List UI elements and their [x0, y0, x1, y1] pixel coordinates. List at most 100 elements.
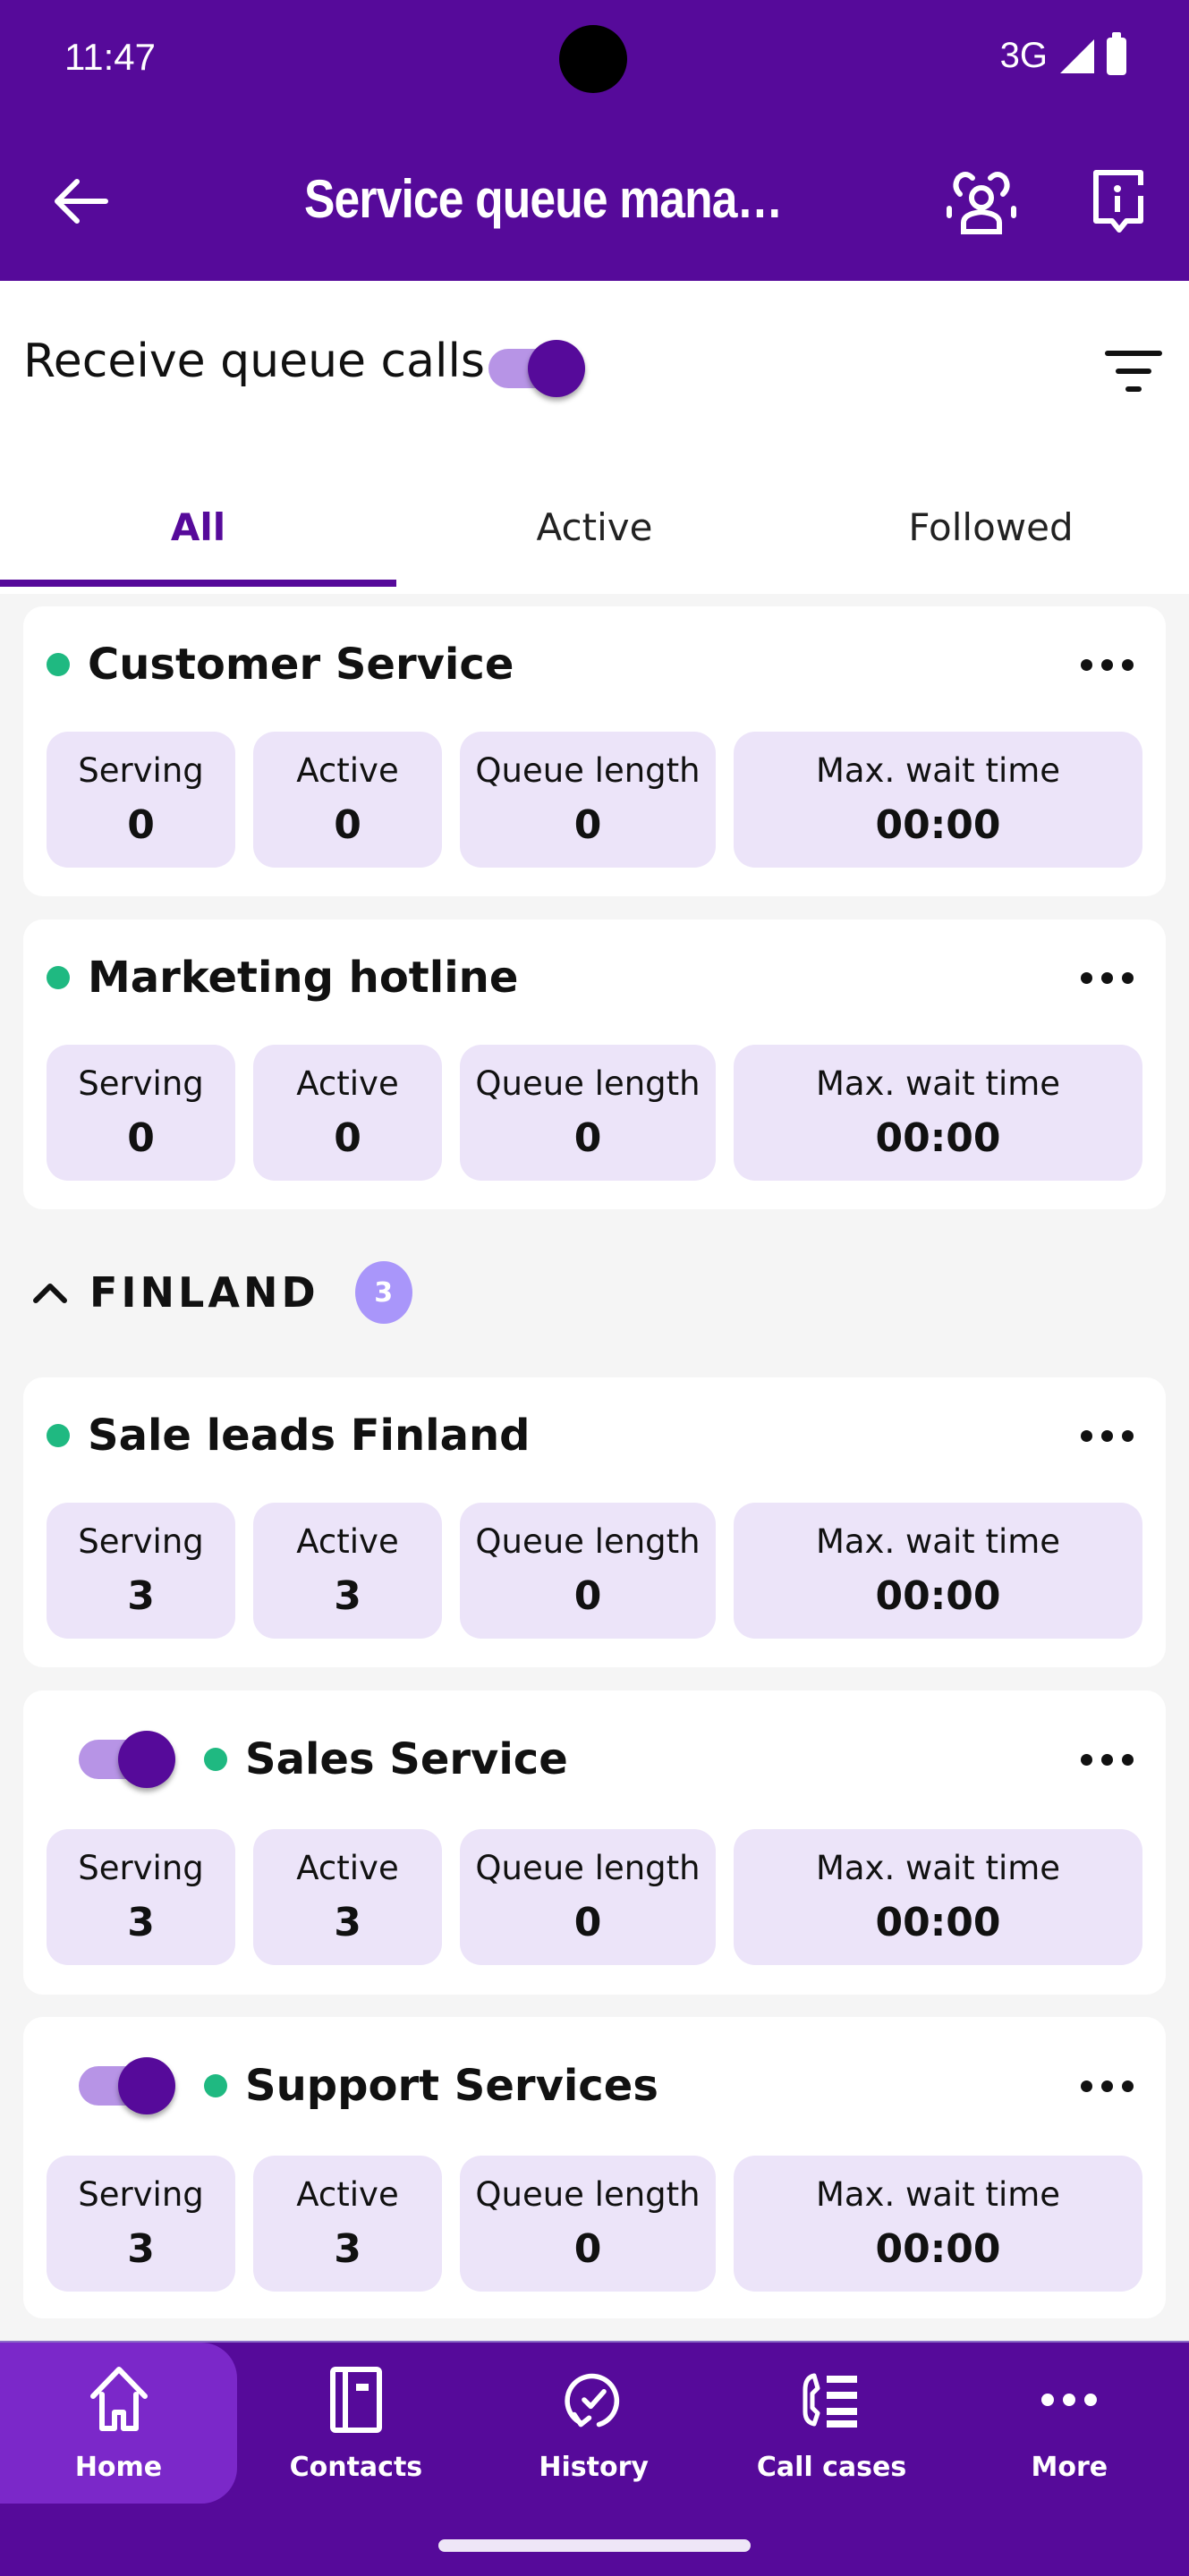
metric-queue-length: Queue length 0: [460, 2156, 716, 2292]
more-dot: [1101, 971, 1113, 984]
battery-icon: [1107, 31, 1126, 75]
nav-home-label: Home: [74, 2451, 163, 2483]
metric-value: 3: [334, 1573, 361, 1619]
controls-panel: Receive queue calls All Active Followed: [0, 281, 1189, 594]
metric-label: Serving: [78, 751, 204, 790]
tab-active[interactable]: Active: [396, 460, 793, 594]
home-indicator[interactable]: [438, 2539, 751, 2552]
status-icons: 3G: [999, 31, 1126, 76]
more-dots-icon: [1081, 658, 1092, 671]
queue-card[interactable]: Sale leads Finland Serving 3 Active 3 Qu…: [23, 1377, 1166, 1667]
metric-active: Active 0: [253, 732, 442, 868]
queue-card[interactable]: Marketing hotline Serving 0 Active 0 Que…: [23, 919, 1166, 1209]
more-options-button[interactable]: [1072, 963, 1142, 993]
filter-icon-line: [1116, 369, 1151, 374]
metric-value: 0: [573, 2226, 602, 2272]
more-dot: [1122, 1753, 1134, 1766]
nav-home[interactable]: Home: [0, 2343, 237, 2504]
filter-button[interactable]: [1100, 343, 1162, 397]
tab-all[interactable]: All: [0, 460, 396, 594]
more-dots-icon: [1081, 1753, 1092, 1766]
filter-icon: [1105, 351, 1162, 356]
group-header-finland[interactable]: FINLAND 3: [32, 1261, 412, 1324]
card-header: Sale leads Finland: [47, 1404, 1142, 1467]
toggle-thumb: [528, 340, 585, 397]
queue-agents-button[interactable]: [941, 161, 1022, 242]
metric-value: 0: [127, 802, 155, 848]
nav-more[interactable]: More: [950, 2343, 1188, 2504]
queue-card[interactable]: Sales Service Serving 3 Active 3 Queue l…: [23, 1690, 1166, 1995]
more-options-button[interactable]: [1072, 2072, 1142, 2101]
metric-label: Queue length: [475, 2175, 701, 2214]
nav-call-cases[interactable]: Call cases: [713, 2343, 951, 2504]
queue-metrics: Serving 3 Active 3 Queue length 0 Max. w…: [47, 2156, 1142, 2292]
queue-card[interactable]: Customer Service Serving 0 Active 0 Queu…: [23, 606, 1166, 896]
more-options-button[interactable]: [1072, 650, 1142, 680]
metric-serving: Serving 0: [47, 1045, 235, 1181]
metric-label: Queue length: [475, 1522, 701, 1561]
network-type: 3G: [999, 36, 1048, 75]
metric-max-wait-time: Max. wait time 00:00: [734, 1045, 1142, 1181]
metric-active: Active 3: [253, 2156, 442, 2292]
info-button[interactable]: [1079, 161, 1159, 242]
card-header: Support Services: [47, 2055, 1142, 2117]
metric-value: 0: [334, 1115, 361, 1161]
queue-name: Sales Service: [245, 1734, 568, 1784]
queue-metrics: Serving 0 Active 0 Queue length 0 Max. w…: [47, 1045, 1142, 1181]
metric-value: 00:00: [875, 1900, 1001, 1945]
more-dot: [1101, 1429, 1113, 1442]
receive-queue-calls-label: Receive queue calls: [23, 335, 485, 388]
metric-max-wait-time: Max. wait time 00:00: [734, 1503, 1142, 1639]
metric-serving: Serving 3: [47, 1829, 235, 1965]
bottom-navigation: Home Contacts History Call cases More: [0, 2341, 1189, 2576]
back-button[interactable]: [45, 165, 116, 237]
metric-active: Active 3: [253, 1503, 442, 1639]
history-icon: [563, 2364, 625, 2436]
signal-icon: [1060, 38, 1094, 73]
status-dot: [204, 2074, 227, 2097]
queue-card[interactable]: Support Services Serving 3 Active 3 Queu…: [23, 2017, 1166, 2318]
metric-label: Active: [296, 751, 399, 790]
filter-icon-line: [1125, 386, 1142, 392]
queue-toggle[interactable]: [79, 1728, 177, 1791]
queue-toggle[interactable]: [79, 2055, 177, 2117]
metric-max-wait-time: Max. wait time 00:00: [734, 732, 1142, 868]
queue-name: Support Services: [245, 2061, 658, 2111]
more-options-button[interactable]: [1072, 1421, 1142, 1451]
people-group-icon: [947, 172, 1016, 234]
nav-contacts[interactable]: Contacts: [237, 2343, 475, 2504]
queue-metrics: Serving 3 Active 3 Queue length 0 Max. w…: [47, 1829, 1142, 1965]
metric-label: Queue length: [475, 1064, 701, 1103]
metric-value: 0: [573, 802, 602, 848]
more-dot: [1101, 1753, 1113, 1766]
metric-max-wait-time: Max. wait time 00:00: [734, 2156, 1142, 2292]
metric-active: Active 3: [253, 1829, 442, 1965]
tab-followed[interactable]: Followed: [793, 460, 1189, 594]
queue-name: Marketing hotline: [88, 953, 519, 1003]
metric-value: 3: [334, 1900, 361, 1945]
more-dot: [1122, 2080, 1134, 2092]
metric-label: Serving: [78, 1522, 204, 1561]
metric-label: Serving: [78, 1849, 204, 1887]
metric-label: Max. wait time: [815, 2175, 1061, 2214]
receive-queue-calls-toggle[interactable]: [488, 337, 587, 400]
more-dot: [1122, 1429, 1134, 1442]
more-options-button[interactable]: [1072, 1745, 1142, 1775]
metric-label: Max. wait time: [815, 1849, 1061, 1887]
call-cases-icon: [800, 2364, 862, 2436]
nav-history-label: History: [539, 2451, 649, 2483]
metric-value: 0: [127, 1115, 155, 1161]
camera-cutout: [559, 25, 627, 93]
metric-label: Active: [296, 2175, 399, 2214]
metric-active: Active 0: [253, 1045, 442, 1181]
more-dot: [1101, 2080, 1113, 2092]
more-dot: [1101, 658, 1113, 671]
arrow-left-icon: [55, 179, 108, 224]
tab-bar: All Active Followed: [0, 460, 1189, 594]
metric-label: Queue length: [475, 751, 701, 790]
group-count-badge: 3: [354, 1261, 412, 1324]
status-time: 11:47: [64, 36, 156, 78]
card-header: Marketing hotline: [47, 946, 1142, 1009]
nav-history[interactable]: History: [475, 2343, 713, 2504]
more-dots-icon: [1081, 1429, 1092, 1442]
